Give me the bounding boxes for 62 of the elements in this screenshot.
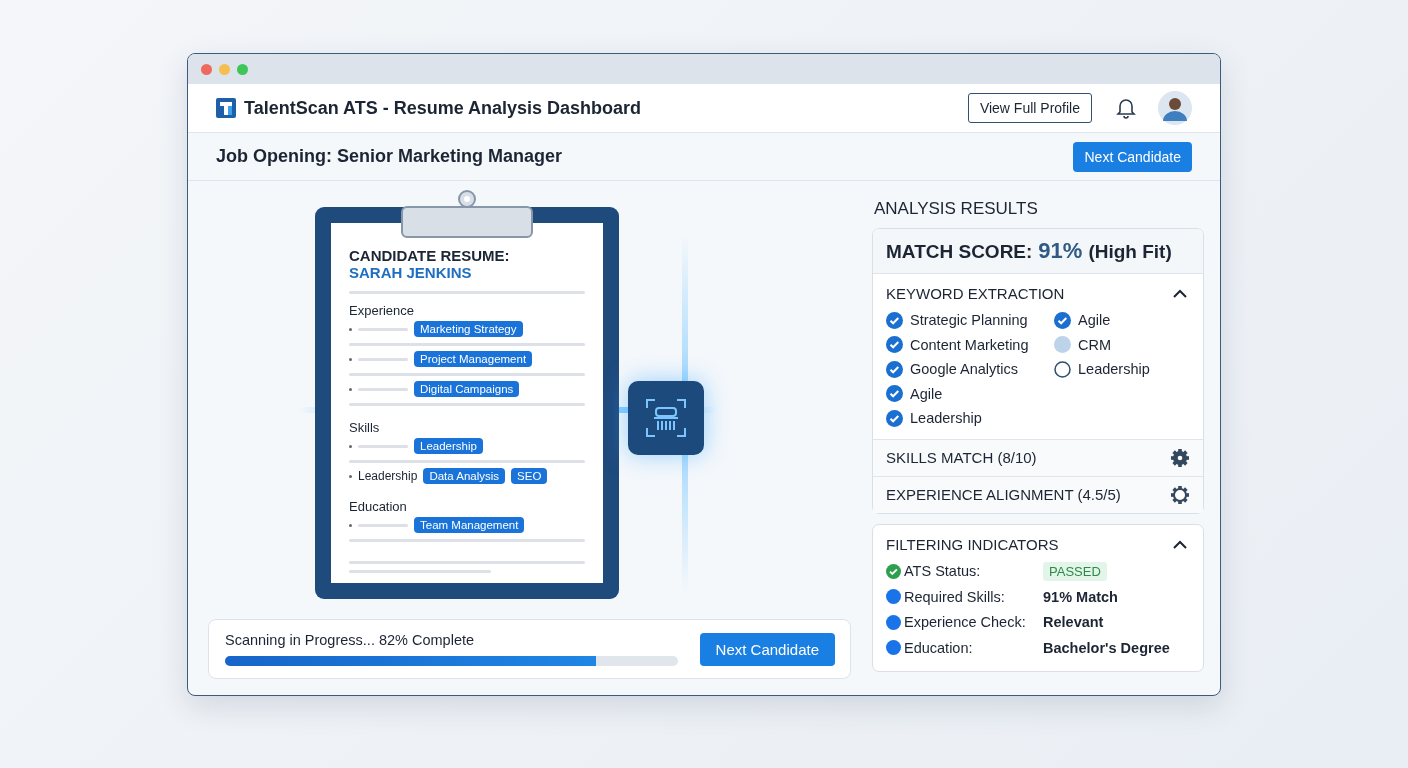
- filter-label: Education:: [904, 639, 974, 656]
- keyword-label: Content Marketing: [910, 336, 1029, 353]
- maximize-dot[interactable]: [237, 63, 248, 75]
- keyword-label: CRM: [1078, 336, 1112, 353]
- resume-line: Leadership: [358, 469, 418, 483]
- keyword-tag: Data Analysis: [423, 468, 506, 484]
- next-candidate-button[interactable]: Next Candidate: [1073, 141, 1192, 172]
- filter-value: Relevant: [1043, 614, 1105, 631]
- keyword-label: Strategic Planning: [910, 312, 1028, 329]
- bullet: [349, 357, 352, 361]
- keyword-label: Agile: [1078, 312, 1111, 329]
- keyword-tag: Project Management: [414, 351, 533, 367]
- resume-section-heading: Experience: [349, 303, 416, 318]
- match-score-value: 91%: [1038, 238, 1083, 264]
- bullet: [349, 327, 352, 331]
- filter-label: Experience Check:: [904, 614, 1027, 631]
- scanner-icon: [645, 398, 687, 438]
- bullet: [349, 387, 352, 391]
- view-profile-button[interactable]: View Full Profile: [967, 93, 1092, 123]
- bullet: [349, 523, 352, 527]
- match-score-note: (High Fit): [1088, 241, 1172, 263]
- keyword-label: Google Analytics: [910, 361, 1018, 378]
- section-title: SKILLS MATCH (8/10): [886, 449, 1037, 466]
- analysis-title: ANALYSIS RESULTS: [874, 199, 1039, 219]
- resume-section-heading: Skills: [349, 420, 381, 435]
- keyword-label: Leadership: [1078, 361, 1150, 378]
- keyword-label: Agile: [910, 385, 943, 402]
- filter-value: Bachelor's Degree: [1043, 639, 1171, 656]
- resume-title: CANDIDATE RESUME:: [349, 247, 511, 264]
- next-candidate-button[interactable]: Next Candidate: [699, 632, 835, 666]
- gear-icon[interactable]: [1171, 448, 1189, 467]
- job-title: Job Opening: Senior Marketing Manager: [216, 146, 564, 167]
- keyword-label: Leadership: [910, 410, 982, 427]
- close-dot[interactable]: [201, 63, 212, 75]
- candidate-name: SARAH JENKINS: [349, 264, 473, 281]
- filter-label: ATS Status:: [904, 563, 982, 580]
- collapsed-section[interactable]: SKILLS MATCH (8/10): [873, 438, 1203, 476]
- section-title: FILTERING INDICATORS: [886, 535, 1059, 553]
- keyword-tag: Digital Campaigns: [414, 381, 520, 397]
- collapse-chevron-icon[interactable]: [1173, 289, 1187, 298]
- collapse-chevron-icon[interactable]: [1173, 539, 1187, 549]
- avatar[interactable]: [1158, 91, 1192, 125]
- progress-text: Scanning in Progress... 82% Complete: [225, 632, 476, 648]
- match-score-label: MATCH SCORE:: [886, 241, 1033, 263]
- collapsed-section[interactable]: EXPERIENCE ALIGNMENT (4.5/5): [873, 475, 1203, 513]
- minimize-dot[interactable]: [219, 63, 230, 75]
- keyword-tag: SEO: [511, 468, 548, 484]
- section-title: EXPERIENCE ALIGNMENT (4.5/5): [886, 486, 1121, 503]
- notification-bell-icon[interactable]: [1116, 97, 1136, 119]
- keyword-tag: Team Management: [414, 517, 525, 533]
- bullet: [349, 444, 352, 448]
- logo-icon: [216, 98, 236, 118]
- status-badge: PASSED: [1043, 561, 1107, 581]
- app-title: TalentScan ATS - Resume Analysis Dashboard: [244, 97, 643, 119]
- resume-section-heading: Education: [349, 499, 408, 514]
- bullet: [349, 474, 352, 478]
- keyword-tag: Marketing Strategy: [414, 321, 523, 337]
- filter-label: Required Skills:: [904, 588, 1006, 605]
- filter-value: 91% Match: [1043, 588, 1119, 605]
- gear-icon[interactable]: [1171, 485, 1189, 504]
- keyword-tag: Leadership: [414, 438, 483, 454]
- section-title: KEYWORD EXTRACTION: [886, 285, 1065, 302]
